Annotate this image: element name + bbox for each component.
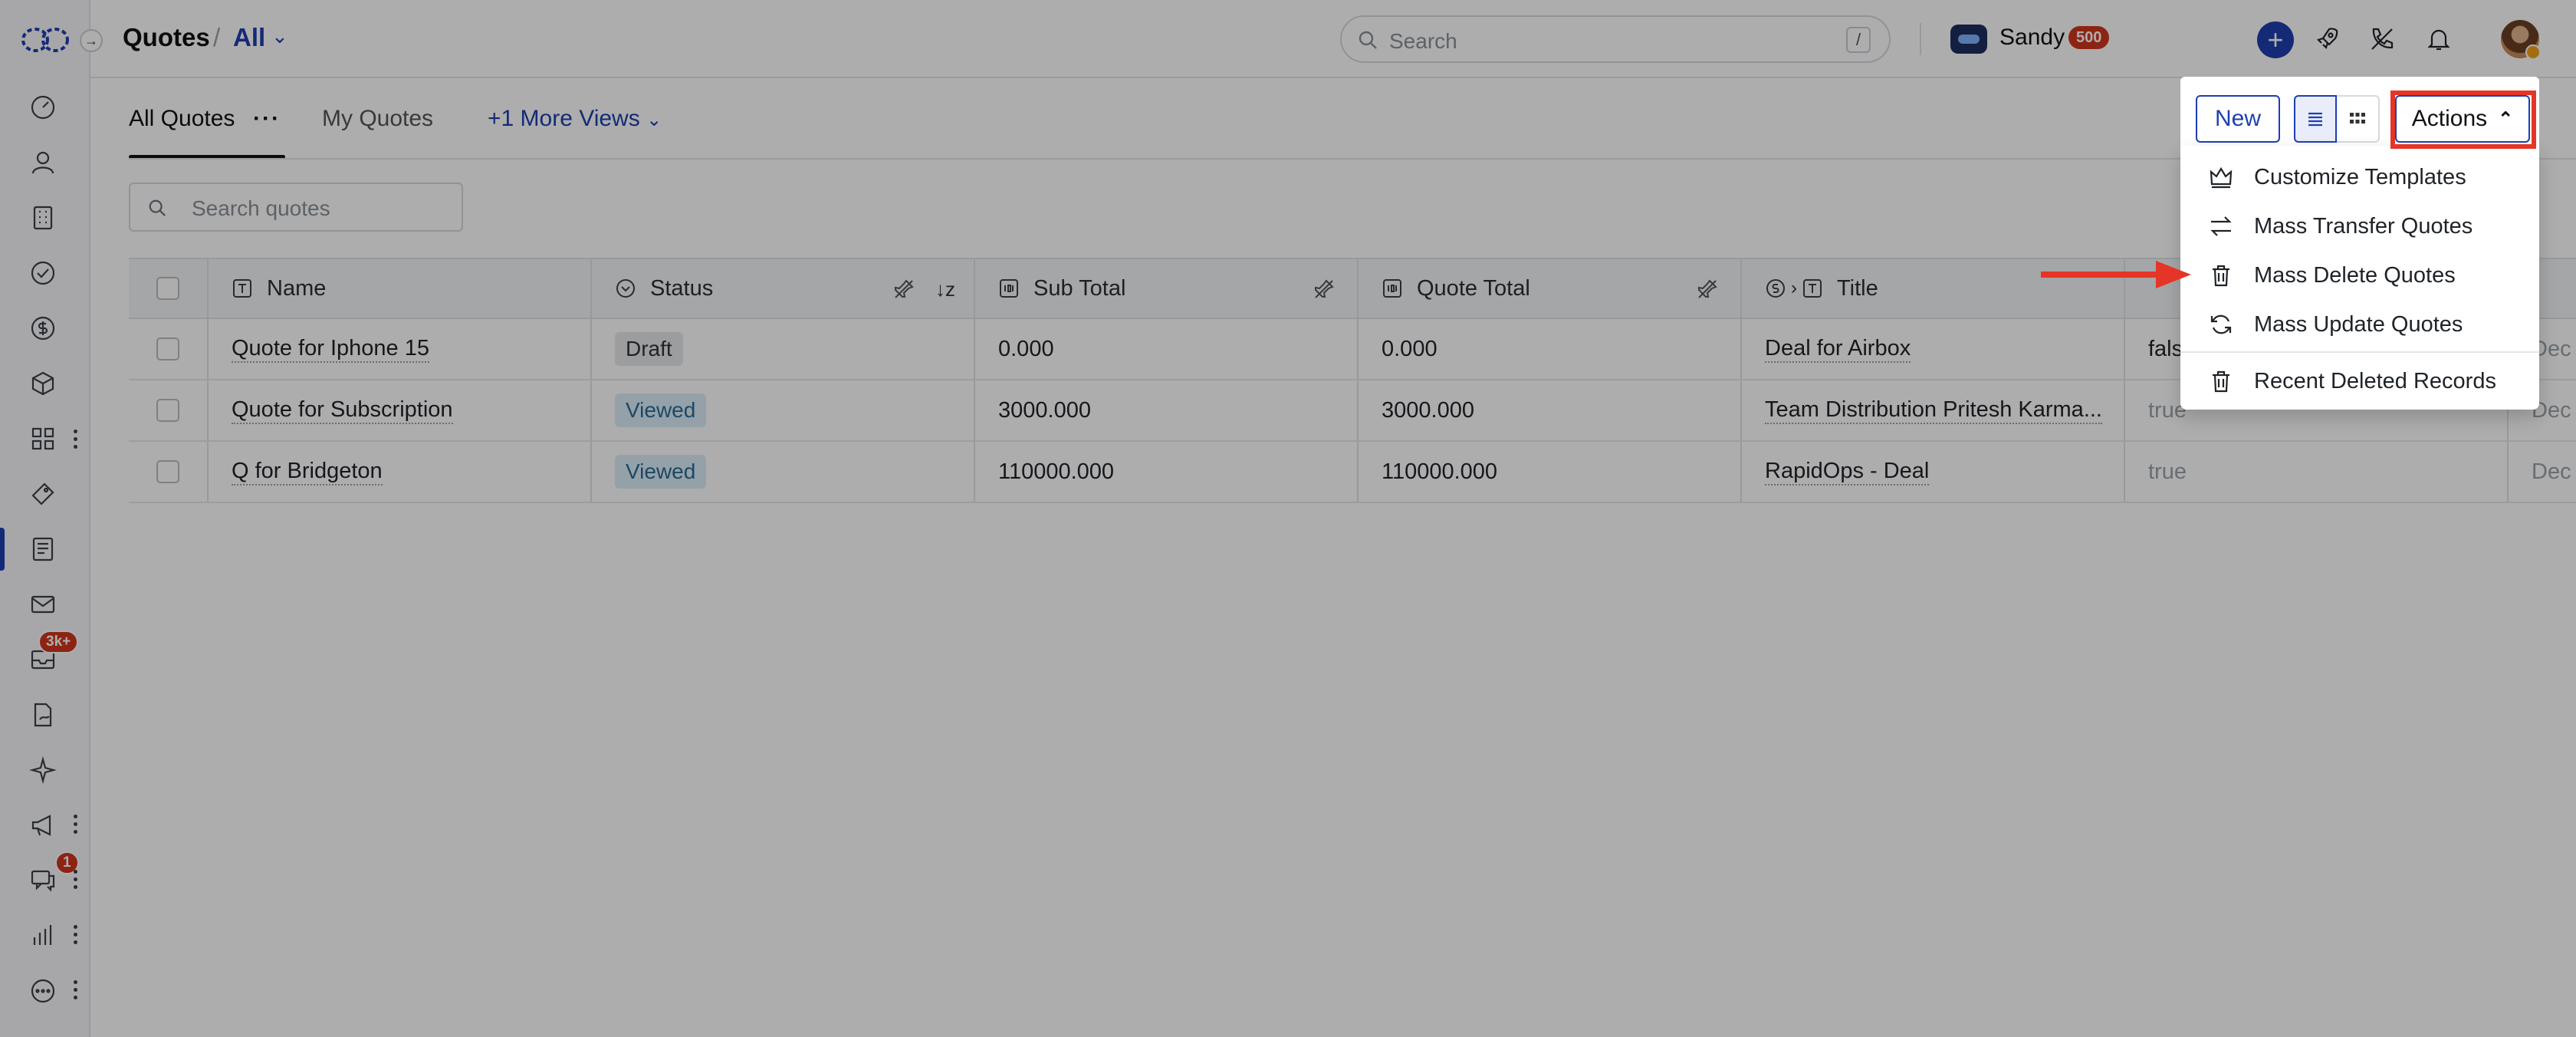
menu-divider (2180, 351, 2539, 353)
annotation-arrow-icon (2041, 261, 2191, 288)
grid-icon (2350, 113, 2365, 123)
menu-item-recent-deleted[interactable]: Recent Deleted Records (2180, 357, 2539, 405)
actions-dropdown-menu: Customize Templates Mass Transfer Quotes… (2180, 146, 2539, 410)
menu-item-label: Mass Transfer Quotes (2254, 213, 2473, 239)
menu-item-mass-update[interactable]: Mass Update Quotes (2180, 301, 2539, 348)
menu-item-customize-templates[interactable]: Customize Templates (2180, 153, 2539, 201)
menu-item-label: Recent Deleted Records (2254, 368, 2496, 393)
menu-item-mass-delete[interactable]: Mass Delete Quotes (2180, 252, 2539, 299)
kanban-view-toggle[interactable] (2337, 95, 2380, 143)
menu-item-label: Mass Update Quotes (2254, 311, 2463, 337)
new-quote-button[interactable]: New (2196, 95, 2280, 143)
refresh-icon (2210, 314, 2232, 334)
highlight-box (2390, 91, 2536, 149)
trash-icon (2213, 265, 2229, 287)
list-icon (2308, 112, 2322, 127)
menu-item-label: Customize Templates (2254, 164, 2466, 189)
menu-item-mass-transfer[interactable]: Mass Transfer Quotes (2180, 202, 2539, 250)
trash-icon (2213, 370, 2229, 393)
menu-item-label: Mass Delete Quotes (2254, 262, 2456, 288)
list-view-toggle[interactable] (2294, 95, 2337, 143)
crown-icon (2210, 166, 2233, 189)
transfer-icon (2210, 216, 2232, 236)
